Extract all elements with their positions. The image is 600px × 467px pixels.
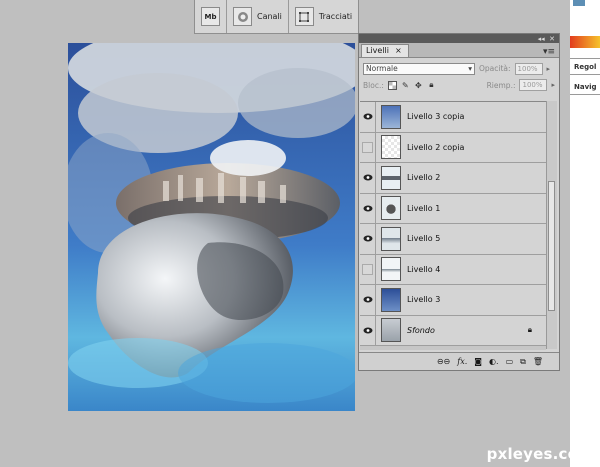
opacity-arrow-icon[interactable]: ▸ [547,65,551,73]
layer-name: Livello 3 copia [407,112,465,122]
layer-thumbnail [381,135,401,160]
scrollbar-thumb[interactable] [548,181,555,311]
mini-bridge-button[interactable]: Mb [195,0,227,33]
layers-list: Livello 3 copia Livello 2 copia Livello … [360,101,546,350]
paths-button[interactable]: Tracciati [289,0,358,33]
tab-layers-label: Livelli [366,46,390,55]
fill-input[interactable]: 100% [519,79,548,91]
blend-mode-value: Normale [366,64,398,73]
tab-close-icon[interactable]: × [395,46,402,55]
opacity-input[interactable]: 100% [514,62,543,75]
eye-icon [363,112,373,122]
dock-item-regol[interactable]: Regol [574,63,596,71]
lock-all-icon[interactable]: 🔒︎ [427,80,436,90]
panel-tab-row: Livelli × ▾≡ [359,43,559,58]
trash-icon[interactable]: 🗑︎ [533,357,543,366]
layer-row-sfondo[interactable]: Sfondo 🔒︎ [360,315,546,346]
layer-thumbnail [381,104,401,129]
layer-name: Sfondo [407,325,435,335]
fill-arrow-icon[interactable]: ▸ [551,81,555,89]
layer-row-livello-3[interactable]: Livello 3 [360,285,546,316]
lock-transparency-icon[interactable] [387,80,397,90]
visibility-toggle[interactable] [360,102,376,132]
layer-lock-icon: 🔒︎ [527,325,532,335]
visibility-toggle[interactable] [360,224,376,254]
artwork-image [68,43,355,411]
close-icon[interactable]: ✕ [549,35,555,43]
layer-name: Livello 4 [407,264,441,274]
visibility-toggle[interactable] [360,163,376,193]
collapse-icon[interactable]: ◂◂ [538,35,545,43]
layers-panel: ◂◂ ✕ Livelli × ▾≡ Normale ▾ Opacità: 100… [358,33,560,371]
eye-icon [363,325,373,335]
layer-row-livello-1[interactable]: Livello 1 [360,193,546,224]
layer-row-livello-4[interactable]: Livello 4 [360,254,546,285]
visibility-toggle[interactable] [360,132,376,162]
link-layers-icon[interactable]: ⊖⊖ [437,357,450,366]
layer-mask-icon[interactable]: ◙ [474,357,482,366]
dock-item-navig[interactable]: Navig [574,83,597,91]
layer-thumbnail [381,318,401,343]
layer-name: Livello 1 [407,203,441,213]
lock-row: Bloc.: ✎ ✥ 🔒︎ Riemp.: 100% ▸ [359,76,559,94]
layer-thumbnail [381,196,401,221]
fill-label: Riemp.: [486,80,516,90]
panel-menu-icon[interactable]: ▾≡ [543,47,559,57]
adjustment-layer-icon[interactable]: ◐. [489,357,499,366]
eye-off-box [362,263,373,275]
visibility-toggle[interactable] [360,285,376,315]
layer-thumbnail [381,287,401,312]
blend-mode-select[interactable]: Normale ▾ [363,62,475,75]
layer-name: Livello 3 [407,295,441,305]
eye-icon [363,295,373,305]
layers-footer-toolbar: ⊖⊖ fx. ◙ ◐. ▭ ⧉ 🗑︎ [359,352,559,370]
channels-icon [233,7,252,26]
layer-name: Livello 2 copia [407,142,465,152]
mini-bridge-icon: Mb [201,7,220,26]
chevron-down-icon: ▾ [468,64,472,73]
eye-icon [363,234,373,244]
layer-thumbnail [381,226,401,251]
color-ramp[interactable] [570,36,600,48]
layer-name: Livello 5 [407,234,441,244]
eye-off-box [362,141,373,153]
layer-thumbnail [381,257,401,282]
lock-label: Bloc.: [363,80,384,90]
channels-button[interactable]: Canali [227,0,289,33]
layer-name: Livello 2 [407,173,441,183]
color-swatch[interactable] [573,0,585,6]
layer-row-livello-5[interactable]: Livello 5 [360,224,546,255]
visibility-toggle[interactable] [360,254,376,284]
watermark-text: pxleyes.com [486,445,594,463]
group-icon[interactable]: ▭ [506,357,514,366]
visibility-toggle[interactable] [360,193,376,223]
document-canvas[interactable] [68,43,355,411]
layer-thumbnail [381,165,401,190]
top-panel-dock: Mb Canali Tracciati [194,0,359,34]
opacity-label: Opacità: [479,64,511,73]
lock-pixels-icon[interactable]: ✎ [401,81,410,90]
paths-label: Tracciati [318,12,353,21]
right-dock: Regol Navig [570,0,600,467]
paths-icon [294,7,314,26]
panel-titlebar[interactable]: ◂◂ ✕ [359,34,559,43]
layer-row-livello-2-copia[interactable]: Livello 2 copia [360,132,546,163]
blend-row: Normale ▾ Opacità: 100% ▸ [359,58,559,76]
new-layer-icon[interactable]: ⧉ [520,357,526,367]
layer-row-livello-3-copia[interactable]: Livello 3 copia [360,102,546,133]
lock-position-icon[interactable]: ✥ [414,81,423,90]
fx-icon[interactable]: fx. [457,357,467,366]
visibility-toggle[interactable] [360,315,376,345]
tab-layers[interactable]: Livelli × [361,44,409,57]
eye-icon [363,203,373,213]
layer-row-livello-2[interactable]: Livello 2 [360,163,546,194]
eye-icon [363,173,373,183]
channels-label: Canali [257,12,282,21]
layers-scrollbar[interactable] [546,101,557,349]
